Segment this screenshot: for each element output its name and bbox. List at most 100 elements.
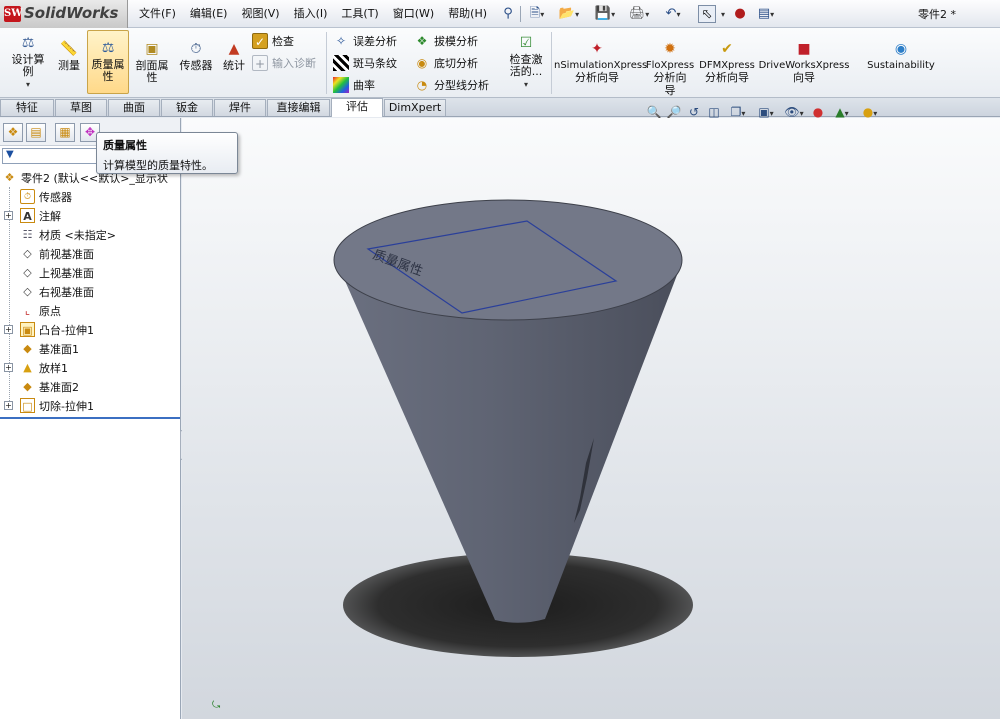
- curvature-button[interactable]: 曲率: [333, 75, 375, 95]
- select-dropdown-icon[interactable]: ▾: [718, 5, 728, 23]
- feature-tree-tab-icon[interactable]: ❖: [3, 123, 23, 142]
- tree-item-right-plane[interactable]: ◇ 右视基准面: [20, 282, 94, 301]
- check-active-button[interactable]: ☑ 检查激 活的... ▾: [504, 34, 548, 91]
- tab-direct-editing[interactable]: 直接编辑: [267, 99, 330, 116]
- origin-icon: ⌞: [24, 304, 31, 317]
- measure-button[interactable]: 📏 测量: [54, 40, 84, 72]
- chevron-down-icon: ▾: [523, 80, 528, 89]
- plane-icon: ◇: [23, 266, 32, 279]
- floxpress-button[interactable]: ✹ FloXpress 分析向 导: [644, 40, 696, 98]
- reference-triad-icon: ⤿: [212, 700, 221, 711]
- design-study-button[interactable]: ⚖ 设计算 例 ▾: [6, 34, 50, 91]
- expand-toggle-icon[interactable]: +: [4, 325, 13, 334]
- expand-toggle-icon[interactable]: +: [4, 401, 13, 410]
- tree-item-top-plane[interactable]: ◇ 上视基准面: [20, 263, 94, 282]
- tree-item-cut-extrude[interactable]: □ 切除-拉伸1: [20, 396, 94, 415]
- configuration-manager-tab-icon[interactable]: ▦: [55, 123, 75, 142]
- menu-file[interactable]: 文件(F): [132, 0, 183, 28]
- feature-manager-panel: ❖ ▤ ▦ ✥ ▼ ❖ 零件2 (默认<<默认>_显示状 ⏱ 传感器 + A 注…: [0, 118, 181, 719]
- draft-analysis-icon: ❖: [416, 34, 428, 48]
- new-document-icon[interactable]: 🗎▾: [526, 5, 548, 23]
- tree-item-annotations[interactable]: A 注解: [20, 206, 61, 225]
- draft-analysis-button[interactable]: ❖ 拔模分析: [414, 31, 478, 51]
- tree-item-boss-extrude[interactable]: ▣ 凸台-拉伸1: [20, 320, 94, 339]
- undo-icon[interactable]: ↶▾: [662, 5, 684, 23]
- sustainability-button[interactable]: ◉ Sustainability: [864, 40, 938, 72]
- measure-icon: 📏: [60, 41, 78, 57]
- menu-view[interactable]: 视图(V): [234, 0, 286, 28]
- expand-toggle-icon[interactable]: +: [4, 211, 13, 220]
- driveworks-xpress-button[interactable]: ■ DriveWorksXpress 向导: [758, 40, 850, 85]
- material-icon: ☷: [22, 228, 33, 241]
- simulation-xpress-icon: ✦: [591, 41, 603, 57]
- menu-help[interactable]: 帮助(H): [441, 0, 494, 28]
- tree-item-front-plane[interactable]: ◇ 前视基准面: [20, 244, 94, 263]
- undercut-analysis-icon: ◉: [416, 56, 428, 70]
- zebra-stripes-button[interactable]: 斑马条纹: [333, 53, 397, 73]
- section-properties-button[interactable]: ▣ 剖面属 性: [132, 40, 172, 84]
- tooltip-description: 计算模型的质量特性。: [103, 159, 213, 172]
- tree-item-sensors[interactable]: ⏱ 传感器: [20, 187, 72, 206]
- print-icon[interactable]: 🖨▾: [628, 5, 650, 23]
- sensor-icon: ⏱: [20, 189, 35, 204]
- tree-item-loft[interactable]: ▲ 放样1: [20, 358, 68, 377]
- app-name: SolidWorks: [24, 4, 119, 22]
- options-icon[interactable]: ▤▾: [754, 5, 778, 23]
- deviation-analysis-icon: ✧: [335, 34, 347, 48]
- parting-line-analysis-icon: ◔: [416, 78, 428, 92]
- annotation-icon: A: [20, 208, 35, 223]
- sensor-button[interactable]: ⏱ 传感器: [176, 40, 216, 72]
- check-button[interactable]: ✓ 检查: [252, 31, 294, 51]
- plane-icon: ◇: [23, 285, 32, 298]
- part-icon: ❖: [4, 171, 15, 184]
- select-cursor-icon[interactable]: ⬁: [698, 5, 716, 23]
- tree-item-origin[interactable]: ⌞ 原点: [20, 301, 61, 320]
- dfmxpress-icon: ✔: [721, 41, 733, 57]
- tab-evaluate[interactable]: 评估: [331, 98, 383, 117]
- ribbon-separator: [551, 32, 552, 94]
- plane-icon: ◇: [23, 247, 32, 260]
- rebuild-traffic-light-icon[interactable]: ●: [734, 5, 746, 23]
- rollback-bar[interactable]: [0, 417, 180, 419]
- tree-item-plane1[interactable]: ◆ 基准面1: [20, 339, 79, 358]
- tab-features[interactable]: 特征: [0, 99, 54, 116]
- plane-icon: ◆: [23, 380, 32, 393]
- menu-tools[interactable]: 工具(T): [334, 0, 385, 28]
- tree-item-plane2[interactable]: ◆ 基准面2: [20, 377, 79, 396]
- tab-sheet-metal[interactable]: 钣金: [161, 99, 213, 116]
- pin-icon[interactable]: ⚲: [500, 5, 516, 23]
- check-icon: ✓: [252, 33, 268, 49]
- tree-item-material[interactable]: ☷ 材质 <未指定>: [20, 225, 116, 244]
- menu-bar: 文件(F) 编辑(E) 视图(V) 插入(I) 工具(T) 窗口(W) 帮助(H…: [132, 0, 494, 28]
- section-properties-icon: ▣: [145, 41, 159, 57]
- model-viewport: 质量属性: [333, 199, 693, 657]
- tooltip-title: 质量属性: [103, 139, 147, 152]
- tab-weldments[interactable]: 焊件: [214, 99, 266, 116]
- menu-window[interactable]: 窗口(W): [386, 0, 441, 28]
- dfmxpress-button[interactable]: ✔ DFMXpress 分析向导: [698, 40, 756, 85]
- parting-line-analysis-button[interactable]: ◔ 分型线分析: [414, 75, 489, 95]
- boss-extrude-icon: ▣: [20, 322, 35, 337]
- mass-properties-button[interactable]: ⚖ 质量属 性: [87, 30, 129, 94]
- curvature-icon: [333, 77, 349, 93]
- simulation-xpress-button[interactable]: ✦ nSimulationXpress 分析向导: [554, 40, 647, 85]
- plane-icon: ◆: [23, 342, 32, 355]
- tab-dimxpert[interactable]: DimXpert: [384, 99, 446, 116]
- deviation-analysis-button[interactable]: ✧ 误差分析: [333, 31, 397, 51]
- tab-sketch[interactable]: 草图: [55, 99, 107, 116]
- graphics-area[interactable]: 质量属性 ⤿: [182, 118, 1000, 719]
- solidworks-logo-icon: SW: [4, 6, 22, 22]
- expand-toggle-icon[interactable]: +: [4, 363, 13, 372]
- undercut-analysis-button[interactable]: ◉ 底切分析: [414, 53, 478, 73]
- app-logo[interactable]: SW SolidWorks: [0, 0, 128, 28]
- statistics-button[interactable]: ▲ 统计: [220, 40, 248, 72]
- save-icon[interactable]: 💾▾: [594, 5, 616, 23]
- title-bar: SW SolidWorks 文件(F) 编辑(E) 视图(V) 插入(I) 工具…: [0, 0, 1000, 28]
- import-diagnostics-button[interactable]: + 输入诊断: [252, 53, 316, 73]
- property-manager-tab-icon[interactable]: ▤: [26, 123, 46, 142]
- driveworks-xpress-icon: ■: [797, 41, 811, 57]
- menu-edit[interactable]: 编辑(E): [183, 0, 235, 28]
- menu-insert[interactable]: 插入(I): [287, 0, 335, 28]
- tab-surfaces[interactable]: 曲面: [108, 99, 160, 116]
- open-folder-icon[interactable]: 📂▾: [558, 5, 580, 23]
